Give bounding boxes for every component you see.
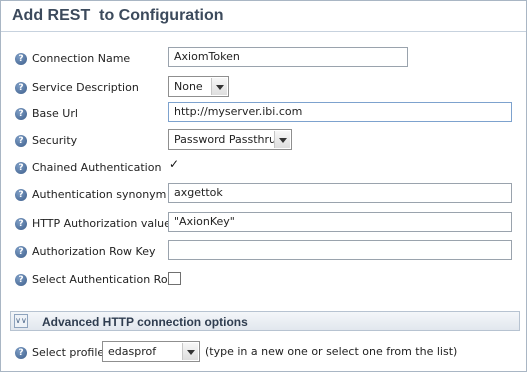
authentication-synonym-input[interactable]: axgettok <box>168 183 512 203</box>
page-title: Add REST to Configuration <box>12 7 224 24</box>
advanced-options-section[interactable]: ∨∨ Advanced HTTP connection options <box>10 311 520 331</box>
help-icon[interactable]: ? <box>15 162 27 174</box>
connection-name-label: Connection Name <box>32 52 131 65</box>
help-icon[interactable]: ? <box>15 53 27 65</box>
checkmark-icon: ✓ <box>169 157 180 171</box>
security-row: ? Security Password Passthru <box>1 129 526 153</box>
authentication-synonym-label: Authentication synonym <box>32 188 167 201</box>
help-icon[interactable]: ? <box>15 246 27 258</box>
service-description-row: ? Service Description None <box>1 76 526 100</box>
chained-authentication-label: Chained Authentication <box>32 161 162 174</box>
http-authorization-value-label: HTTP Authorization value <box>32 217 171 230</box>
chevron-down-icon[interactable] <box>182 343 198 360</box>
http-authorization-value-input[interactable]: "AxionKey" <box>168 212 512 232</box>
help-icon[interactable]: ? <box>15 347 27 359</box>
title-divider <box>1 31 526 32</box>
authorization-row-key-row: ? Authorization Row Key <box>1 240 526 264</box>
help-icon[interactable]: ? <box>15 218 27 230</box>
help-icon[interactable]: ? <box>15 82 27 94</box>
http-authorization-value-row: ? HTTP Authorization value "AxionKey" <box>1 212 526 236</box>
advanced-options-title: Advanced HTTP connection options <box>42 315 248 329</box>
help-icon[interactable]: ? <box>15 189 27 201</box>
help-icon[interactable]: ? <box>15 274 27 286</box>
authorization-row-key-input[interactable] <box>168 240 512 260</box>
authentication-synonym-row: ? Authentication synonym axgettok <box>1 183 526 207</box>
service-description-label: Service Description <box>32 81 139 94</box>
configuration-panel: Add REST to Configuration ? Connection N… <box>0 0 527 372</box>
service-description-value: None <box>174 80 203 93</box>
select-authentication-row-row: ? Select Authentication Row <box>1 268 526 292</box>
security-label: Security <box>32 134 78 147</box>
security-value: Password Passthru <box>174 133 276 146</box>
select-profile-label: Select profile <box>32 346 105 359</box>
authorization-row-key-label: Authorization Row Key <box>32 245 156 258</box>
chevron-down-icon[interactable] <box>211 78 227 95</box>
base-url-input[interactable]: http://myserver.ibi.com <box>168 102 512 122</box>
double-chevron-down-icon[interactable]: ∨∨ <box>14 314 28 328</box>
select-authentication-row-checkbox[interactable] <box>168 272 181 285</box>
service-description-select[interactable]: None <box>168 76 229 97</box>
security-select[interactable]: Password Passthru <box>168 129 292 150</box>
profile-hint: (type in a new one or select one from th… <box>205 345 458 358</box>
help-icon[interactable]: ? <box>15 108 27 120</box>
profile-select[interactable]: edasprof <box>102 341 200 362</box>
chained-authentication-row: ? Chained Authentication ✓ <box>1 156 526 180</box>
connection-name-row: ? Connection Name AxiomToken <box>1 47 526 71</box>
base-url-row: ? Base Url http://myserver.ibi.com <box>1 102 526 126</box>
profile-value: edasprof <box>108 345 157 358</box>
connection-name-input[interactable]: AxiomToken <box>168 47 408 67</box>
select-authentication-row-label: Select Authentication Row <box>32 273 177 286</box>
chevron-down-icon[interactable] <box>274 131 290 148</box>
help-icon[interactable]: ? <box>15 135 27 147</box>
chained-authentication-checkbox[interactable]: ✓ <box>168 157 181 173</box>
base-url-label: Base Url <box>32 107 78 120</box>
select-profile-row: ? Select profile edasprof (type in a new… <box>1 341 526 365</box>
